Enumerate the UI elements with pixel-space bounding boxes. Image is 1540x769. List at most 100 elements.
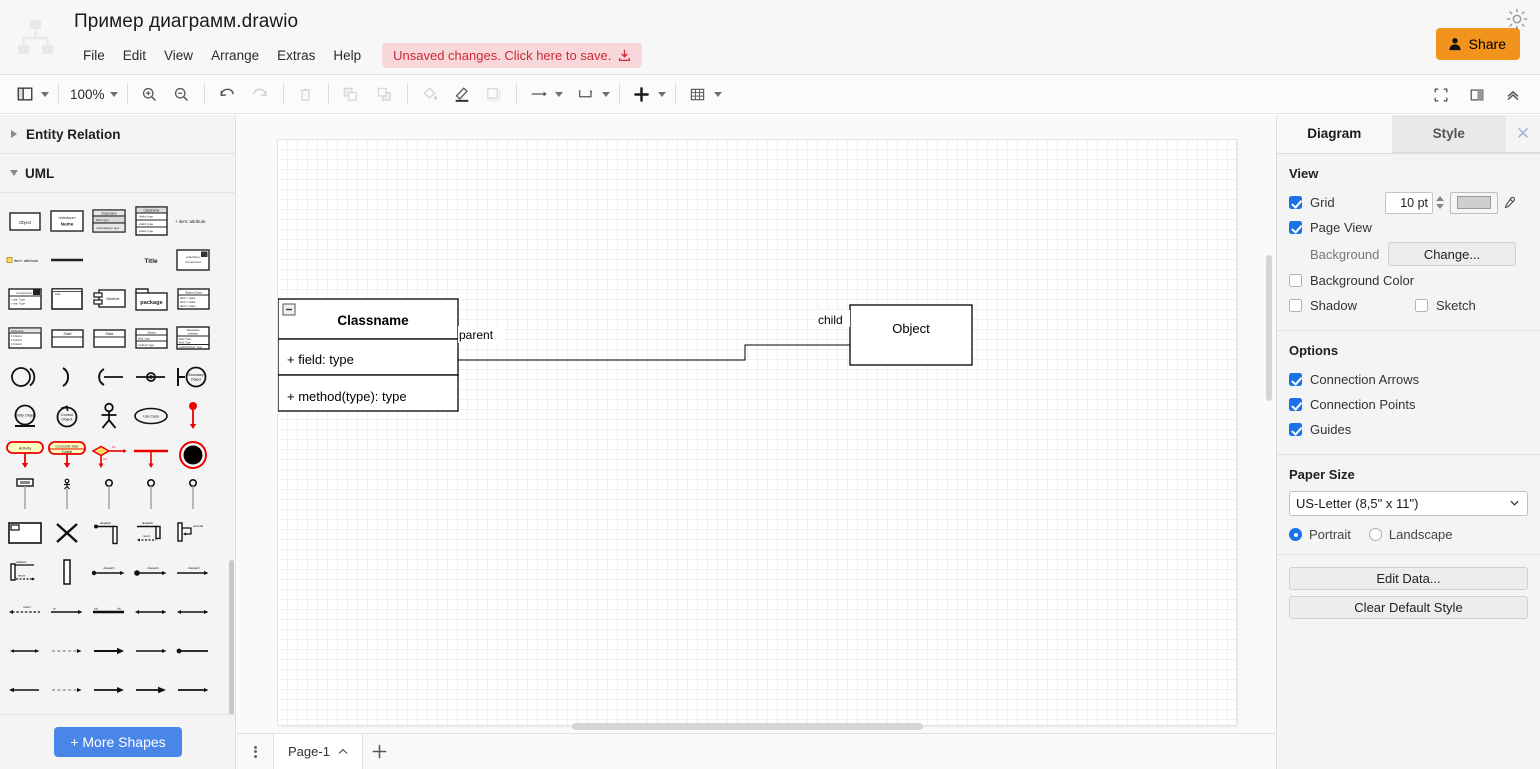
- stepper-up-icon[interactable]: [1435, 196, 1444, 201]
- shape-uml-package[interactable]: package: [131, 280, 171, 318]
- shape-uml-frame[interactable]: Title: [47, 280, 87, 318]
- more-vertical-icon[interactable]: [237, 734, 273, 769]
- shape-uml-composite-state[interactable]: Composite State Subtitle: [47, 436, 87, 474]
- shape-uml-arrow-triangle[interactable]: [131, 670, 171, 708]
- shape-uml-divider-line[interactable]: [47, 241, 87, 279]
- shape-uml-arrow-block[interactable]: [89, 670, 129, 708]
- shape-uml-interface-name[interactable]: «interface» Name: [47, 202, 87, 240]
- shape-uml-lifeline-circle2[interactable]: [131, 475, 171, 513]
- shape-uml-return-dashed[interactable]: return: [5, 592, 45, 630]
- connection-arrow-icon[interactable]: [526, 80, 552, 108]
- fill-color-icon[interactable]: [417, 80, 443, 108]
- shape-uml-lifeline-circle3[interactable]: [173, 475, 213, 513]
- shape-uml-callback-return[interactable]: callback return: [5, 553, 45, 591]
- zoom-dropdown[interactable]: 100%: [68, 87, 118, 102]
- fullscreen-icon[interactable]: [1428, 81, 1454, 109]
- shape-uml-socket[interactable]: [89, 358, 129, 396]
- send-to-back-icon[interactable]: [372, 80, 398, 108]
- shape-uml-lifeline-object[interactable]: [5, 475, 45, 513]
- waypoints-icon[interactable]: [573, 80, 599, 108]
- shape-uml-lifeline-actor[interactable]: [47, 475, 87, 513]
- shape-uml-component-boxed[interactable]: «interface» Component: [173, 241, 213, 279]
- background-change-button[interactable]: Change...: [1388, 242, 1516, 266]
- chevron-down-icon[interactable]: [713, 91, 722, 97]
- shape-uml-self-call[interactable]: self call: [173, 514, 213, 552]
- shadow-checkbox[interactable]: [1289, 299, 1302, 312]
- guides-checkbox[interactable]: [1289, 423, 1302, 436]
- close-icon[interactable]: ✕: [1506, 115, 1540, 153]
- page-tab-page-1[interactable]: Page-1: [273, 733, 363, 769]
- chevron-up-icon[interactable]: [1500, 81, 1526, 109]
- chevron-down-icon[interactable]: [657, 91, 666, 97]
- shape-uml-use-case[interactable]: Use Case: [131, 397, 171, 435]
- diagram-canvas[interactable]: Classname + field: type + method(type): …: [237, 115, 1275, 733]
- waypoints-dropdown[interactable]: [573, 80, 610, 108]
- shape-uml-dispatch-call[interactable]: dispatch: [89, 514, 129, 552]
- shape-uml-item-attribute-bullet[interactable]: item: attribute: [5, 241, 45, 279]
- shape-uml-required-arc[interactable]: [47, 358, 87, 396]
- shape-uml-arrow-solid[interactable]: do: [47, 592, 87, 630]
- grid-size-input[interactable]: 10 pt: [1385, 191, 1433, 214]
- menu-edit[interactable]: Edit: [114, 45, 155, 66]
- chevron-up-icon[interactable]: [338, 748, 348, 755]
- shape-uml-arrow-dotted[interactable]: [47, 670, 87, 708]
- shape-uml-dispatch-return[interactable]: dispatch return: [131, 514, 171, 552]
- grid-label[interactable]: Grid: [1310, 195, 1335, 210]
- panels-layout-icon[interactable]: [12, 80, 38, 108]
- share-button[interactable]: Share: [1435, 28, 1520, 60]
- chevron-down-icon[interactable]: [554, 91, 563, 97]
- menu-extras[interactable]: Extras: [268, 45, 324, 66]
- redo-icon[interactable]: [248, 80, 274, 108]
- line-color-icon[interactable]: [449, 80, 475, 108]
- shape-uml-port-lollipop[interactable]: [131, 358, 171, 396]
- chevron-down-icon[interactable]: [601, 91, 610, 97]
- menu-file[interactable]: File: [74, 45, 114, 66]
- landscape-label[interactable]: Landscape: [1389, 527, 1453, 542]
- menu-help[interactable]: Help: [324, 45, 370, 66]
- zoom-in-icon[interactable]: [137, 80, 163, 108]
- shape-uml-module[interactable]: Module: [89, 280, 129, 318]
- shadow-label[interactable]: Shadow: [1310, 298, 1357, 313]
- portrait-label[interactable]: Portrait: [1309, 527, 1351, 542]
- shape-uml-class-3compartment[interactable]: Classname field: type method(type): type: [89, 202, 129, 240]
- shape-uml-class-attributes[interactable]: Classname +field: type +field: type +field:…: [131, 202, 171, 240]
- shape-uml-provided-required[interactable]: [5, 358, 45, 396]
- more-shapes-button[interactable]: + More Shapes: [54, 727, 182, 757]
- tab-style[interactable]: Style: [1391, 115, 1506, 153]
- shape-uml-activation-bar[interactable]: [47, 553, 87, 591]
- shape-uml-arrow-plain[interactable]: [131, 631, 171, 669]
- paper-size-select[interactable]: US-Letter (8,5" x 11"): [1289, 491, 1528, 516]
- canvas-vertical-scrollbar[interactable]: [1266, 255, 1272, 401]
- chevron-down-icon[interactable]: [41, 91, 49, 97]
- bring-to-front-icon[interactable]: [338, 80, 364, 108]
- shape-uml-state[interactable]: State: [47, 319, 87, 357]
- connection-arrows-label[interactable]: Connection Arrows: [1310, 372, 1419, 387]
- shape-uml-lifeline-circle1[interactable]: [89, 475, 129, 513]
- zoom-level-label[interactable]: 100%: [68, 87, 107, 102]
- eyedropper-icon[interactable]: [1502, 196, 1516, 210]
- menu-arrange[interactable]: Arrange: [202, 45, 268, 66]
- shape-uml-initial-node-arrow[interactable]: [173, 397, 213, 435]
- shape-uml-entity-object[interactable]: Entity Object: [5, 397, 45, 435]
- shape-uml-table-list[interactable]: Tablename 1 Column 2 Column 3 Column: [5, 319, 45, 357]
- canvas-page[interactable]: Classname + field: type + method(type): …: [278, 140, 1236, 725]
- shape-uml-fork-join[interactable]: [131, 436, 171, 474]
- shape-uml-dispatch-plain[interactable]: dispatch: [173, 553, 213, 591]
- grid-checkbox[interactable]: [1289, 196, 1302, 209]
- view-dropdown[interactable]: [12, 80, 49, 108]
- shape-uml-arrow-short[interactable]: [5, 631, 45, 669]
- connection-points-label[interactable]: Connection Points: [1310, 397, 1416, 412]
- clear-default-style-button[interactable]: Clear Default Style: [1289, 596, 1528, 619]
- format-panel-icon[interactable]: [1464, 81, 1490, 109]
- menu-view[interactable]: View: [155, 45, 202, 66]
- shape-uml-final-node[interactable]: [173, 436, 213, 474]
- canvas-horizontal-scrollbar[interactable]: [572, 723, 923, 730]
- connection-arrows-checkbox[interactable]: [1289, 373, 1302, 386]
- shape-uml-arrow-open[interactable]: [5, 670, 45, 708]
- shadow-icon[interactable]: [481, 80, 507, 108]
- table-dropdown[interactable]: [685, 80, 722, 108]
- background-color-label[interactable]: Background Color: [1310, 273, 1414, 288]
- guides-label[interactable]: Guides: [1310, 422, 1351, 437]
- shape-uml-arrow-dashed[interactable]: [47, 631, 87, 669]
- plus-insert-icon[interactable]: [629, 80, 655, 108]
